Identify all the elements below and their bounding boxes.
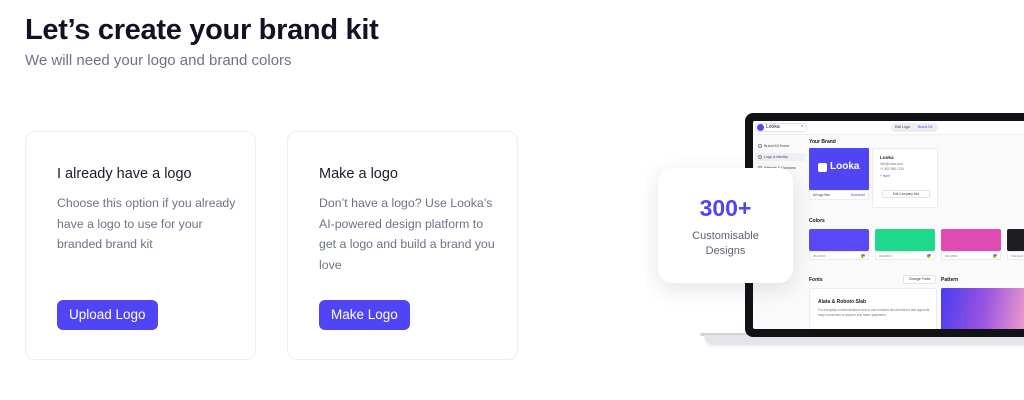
preview-color-hex: #E04BB2 [945, 254, 958, 258]
designs-count-card: 300+ Customisable Designs [658, 168, 793, 283]
preview-contact-card: Looka info@looka.com +1 800 555 1234 + m… [872, 148, 938, 208]
preview-pattern-swatch [941, 288, 1024, 329]
home-icon [758, 144, 762, 148]
designs-count-label: Customisable Designs [658, 229, 793, 259]
preview-toggle-edit-logo: Edit Logo [895, 125, 910, 129]
preview-font-name: Alata & Roboto Slab [818, 299, 867, 305]
preview-logo-files: All logo files [813, 193, 831, 197]
color-wheel-icon [993, 254, 997, 258]
preview-color-swatch [875, 229, 935, 251]
logo-icon [758, 155, 762, 159]
preview-fonts-heading: Fonts [809, 277, 823, 283]
designs-label-line: Customisable [692, 230, 759, 242]
looka-logo-icon [757, 124, 764, 131]
preview-color-swatch [809, 229, 869, 251]
option-card-make-logo[interactable]: Make a logo Don’t have a logo? Use Looka… [287, 131, 518, 360]
preview-color-footer: #5A49F6 [809, 251, 869, 260]
preview-brand-footer: All logo files Download [809, 190, 869, 200]
preview-app-name: Looka [766, 124, 780, 130]
preview-nav-item: Brand Kit Home [755, 142, 805, 150]
preview-color-footer: #E04BB2 [941, 251, 1001, 260]
option-description: Don’t have a logo? Use Looka’s AI-powere… [319, 196, 495, 272]
preview-topbar: Looka ▾ Edit Logo Brand Kit [753, 121, 1024, 135]
designs-count: 300+ [699, 195, 752, 221]
option-title: I already have a logo [57, 166, 192, 182]
preview-color-hex: #1ED88C [879, 254, 893, 258]
color-wheel-icon [861, 254, 865, 258]
preview-download: Download [850, 193, 865, 197]
page-subtitle: We will need your logo and brand colors [25, 52, 292, 69]
preview-nav-label: Logo & Identity [764, 155, 788, 159]
option-card-have-logo[interactable]: I already have a logo Choose this option… [25, 131, 256, 360]
option-title: Make a logo [319, 166, 398, 182]
preview-color-footer: #1ED88C [875, 251, 935, 260]
preview-contact-name: Looka [880, 155, 894, 160]
preview-color-swatch [941, 229, 1001, 251]
preview-pattern-heading: Pattern [941, 277, 959, 283]
preview-change-fonts-button: Change Fonts [903, 275, 936, 284]
preview-contact-line: + more [880, 174, 891, 178]
preview-fonts-card: Alata & Roboto Slab For everyday communi… [809, 288, 937, 329]
preview-contact-line: info@looka.com [880, 162, 903, 166]
laptop-screen: Looka ▾ Edit Logo Brand Kit Brand Kit Ho… [753, 121, 1024, 329]
preview-contact-line: +1 800 555 1234 [880, 167, 905, 171]
preview-color-hex: #1E1E22 [1011, 254, 1024, 258]
option-description: Choose this option if you already have a… [57, 196, 236, 251]
preview-color-hex: #5A49F6 [813, 254, 826, 258]
preview-brand-name: Looka [830, 161, 860, 172]
preview-nav-label: Brand Kit Home [764, 144, 790, 148]
designs-label-line: Designs [705, 245, 746, 257]
chevron-down-icon: ▾ [801, 123, 804, 128]
looka-mark-icon [818, 163, 827, 172]
preview-edit-company-button: Edit Company Info [882, 190, 930, 198]
preview-colors-heading: Colors [809, 218, 825, 224]
preview-toggle: Edit Logo Brand Kit [891, 123, 938, 132]
page-title: Let’s create your brand kit [25, 14, 379, 46]
preview-your-brand-heading: Your Brand [809, 139, 836, 145]
make-logo-button[interactable]: Make Logo [319, 300, 410, 330]
preview-color-swatch [1007, 229, 1024, 251]
color-wheel-icon [927, 254, 931, 258]
preview-color-footer: #1E1E22 [1007, 251, 1024, 260]
preview-brand-tile: Looka [809, 148, 869, 190]
preview-font-description: For everyday communications and to use b… [818, 308, 930, 317]
preview-nav-item: Logo & Identity [755, 153, 805, 161]
preview-toggle-brand-kit: Brand Kit [918, 125, 933, 129]
upload-logo-button[interactable]: Upload Logo [57, 300, 158, 330]
